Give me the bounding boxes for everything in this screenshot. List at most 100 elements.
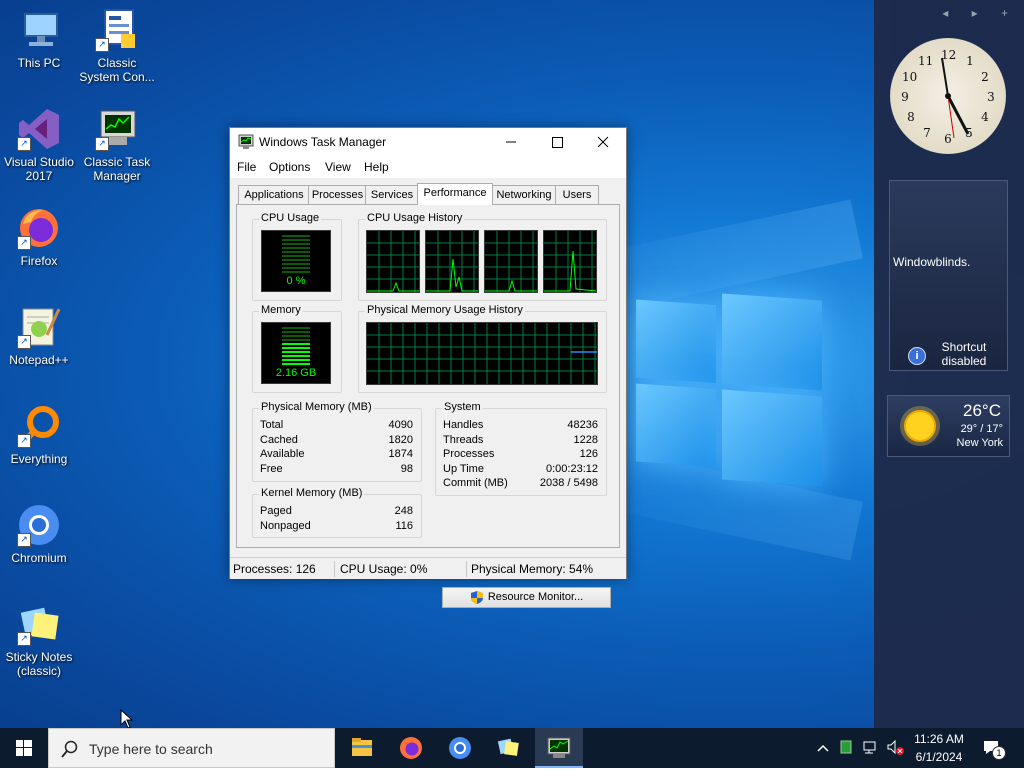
chevron-up-icon[interactable] [816, 742, 830, 754]
stat-label: Total [260, 419, 284, 431]
taskbar-chromium[interactable] [436, 728, 484, 768]
stat-label: Cached [260, 434, 298, 446]
minimize-icon [506, 141, 516, 143]
desktop-icon-notepad-plus-plus[interactable]: ↗ Notepad++ [1, 305, 77, 367]
stat-value: 4090 [388, 419, 413, 431]
close-button[interactable] [580, 128, 626, 156]
desktop-icon-classic-system-control[interactable]: ↗ Classic System Con... [79, 8, 155, 84]
physical-memory-label: Physical Memory (MB) [259, 401, 374, 413]
task-manager-window[interactable]: Windows Task Manager File Options View H… [229, 127, 627, 608]
menu-options[interactable]: Options [269, 160, 310, 174]
desktop-icon-label: This PC [17, 56, 61, 70]
gadget-text: Windowblinds. [893, 255, 971, 269]
tab-services[interactable]: Services [365, 185, 419, 204]
kernel-memory-group: Kernel Memory (MB) Paged 248 Nonpaged 11… [252, 487, 422, 538]
tab-processes[interactable]: Processes [308, 185, 367, 204]
stat-value: 1820 [388, 434, 413, 446]
minimize-button[interactable] [488, 128, 534, 156]
taskbar-sticky-notes[interactable] [485, 728, 533, 768]
chromium-icon: ↗ [17, 503, 61, 547]
memory-meter: 2.16 GB [261, 322, 331, 384]
memory-value: 2.16 GB [275, 367, 317, 379]
weather-range: 29° / 17° [960, 423, 1003, 435]
search-placeholder: Type here to search [89, 741, 213, 757]
performance-panel: CPU Usage 0 % CPU Usage History Memory 2… [236, 204, 620, 608]
search-box[interactable]: Type here to search [48, 728, 335, 768]
chromium-icon [449, 737, 471, 759]
taskbar: Type here to search 11:26 AM 6/1/2024 1 [0, 728, 1024, 768]
weather-city: New York [956, 437, 1003, 449]
taskbar-firefox[interactable] [387, 728, 435, 768]
cpu-history-graph-1 [425, 230, 479, 293]
cpu-history-group: CPU Usage History [358, 212, 607, 301]
shortcut-arrow-icon: ↗ [95, 137, 109, 151]
weather-temperature: 26°C [963, 401, 1001, 420]
stat-label: Handles [443, 419, 484, 431]
status-bar: Processes: 126 CPU Usage: 0% Physical Me… [230, 557, 626, 579]
notification-count-badge: 1 [992, 746, 1006, 760]
cpu-history-graph-0 [366, 230, 420, 293]
task-manager-app-icon [238, 134, 254, 149]
stat-label: Paged [260, 505, 292, 517]
maximize-icon [552, 137, 563, 148]
tray-time[interactable]: 11:26 AM [908, 732, 970, 746]
taskbar-task-manager[interactable] [535, 728, 583, 768]
desktop-icon-classic-task-manager[interactable]: ↗ Classic Task Manager [79, 107, 155, 183]
desktop-icon-chromium[interactable]: ↗ Chromium [1, 503, 77, 565]
taskbar-file-explorer[interactable] [338, 728, 386, 768]
sidebar-nav-controls[interactable]: ◂ ▸ + [942, 6, 1018, 20]
windowblinds-gadget[interactable]: Windowblinds. i Shortcut disabled [889, 180, 1008, 371]
desktop-icon-label: Notepad++ [9, 353, 69, 367]
stat-value: 2038 / 5498 [539, 477, 598, 489]
menu-file[interactable]: File [237, 160, 256, 174]
menu-help[interactable]: Help [364, 160, 389, 174]
folder-icon [352, 738, 372, 756]
tab-applications[interactable]: Applications [238, 185, 310, 204]
tray-date[interactable]: 6/1/2024 [908, 750, 970, 764]
stat-label: Available [260, 448, 305, 460]
system-label: System [442, 401, 483, 413]
desktop-icon-label: Sticky Notes (classic) [5, 650, 73, 678]
cpu-usage-label: CPU Usage [259, 212, 322, 224]
memory-group: Memory 2.16 GB [252, 304, 342, 393]
action-center-button[interactable]: 1 [982, 738, 1006, 760]
desktop-icon-firefox[interactable]: ↗ Firefox [1, 206, 77, 268]
stat-value: 126 [579, 448, 598, 460]
tab-networking[interactable]: Networking [491, 185, 557, 204]
maximize-button[interactable] [534, 128, 580, 156]
close-icon [597, 136, 609, 148]
battery-status-icon[interactable] [840, 740, 852, 754]
menu-view[interactable]: View [325, 160, 351, 174]
tab-performance[interactable]: Performance [417, 183, 493, 205]
clock-gadget[interactable]: 12 1 2 3 4 5 6 7 8 9 10 11 [890, 38, 1006, 154]
stat-value: 98 [400, 463, 413, 475]
cpu-usage-meter: 0 % [261, 230, 331, 292]
start-button[interactable] [0, 728, 48, 768]
stat-value: 116 [395, 520, 413, 532]
resource-monitor-button[interactable]: Resource Monitor... [442, 587, 611, 608]
menu-bar: File Options View Help [230, 156, 626, 178]
clock-hands [941, 57, 970, 139]
volume-muted-icon[interactable] [886, 740, 904, 756]
desktop-icon-this-pc[interactable]: This PC [1, 8, 77, 70]
title-bar[interactable]: Windows Task Manager [230, 128, 626, 156]
window-title: Windows Task Manager [259, 135, 387, 149]
weather-gadget[interactable]: 26°C 29° / 17° New York [887, 395, 1010, 457]
resource-monitor-label: Resource Monitor... [487, 591, 584, 603]
physical-memory-group: Physical Memory (MB) Total 4090 Cached 1… [252, 401, 422, 482]
kernel-memory-label: Kernel Memory (MB) [259, 487, 365, 499]
cpu-usage-value: 0 % [286, 275, 306, 287]
memory-label: Memory [259, 304, 303, 316]
stat-label: Processes [443, 448, 495, 460]
desktop-icon-visual-studio[interactable]: ↗ Visual Studio 2017 [1, 107, 77, 183]
tab-users[interactable]: Users [555, 185, 599, 204]
desktop-icon-label: Firefox [20, 254, 58, 268]
stat-label: Threads [443, 434, 484, 446]
desktop-icon-everything[interactable]: ↗ Everything [1, 404, 77, 466]
desktop-icon-sticky-notes[interactable]: ↗ Sticky Notes (classic) [1, 602, 77, 678]
system-group: System Handles 48236 Threads 1228 Proces… [435, 401, 607, 496]
shortcut-arrow-icon: ↗ [17, 434, 31, 448]
shortcut-arrow-icon: ↗ [95, 38, 109, 52]
windows-logo-wallpaper [636, 281, 822, 487]
network-icon[interactable] [862, 740, 878, 754]
